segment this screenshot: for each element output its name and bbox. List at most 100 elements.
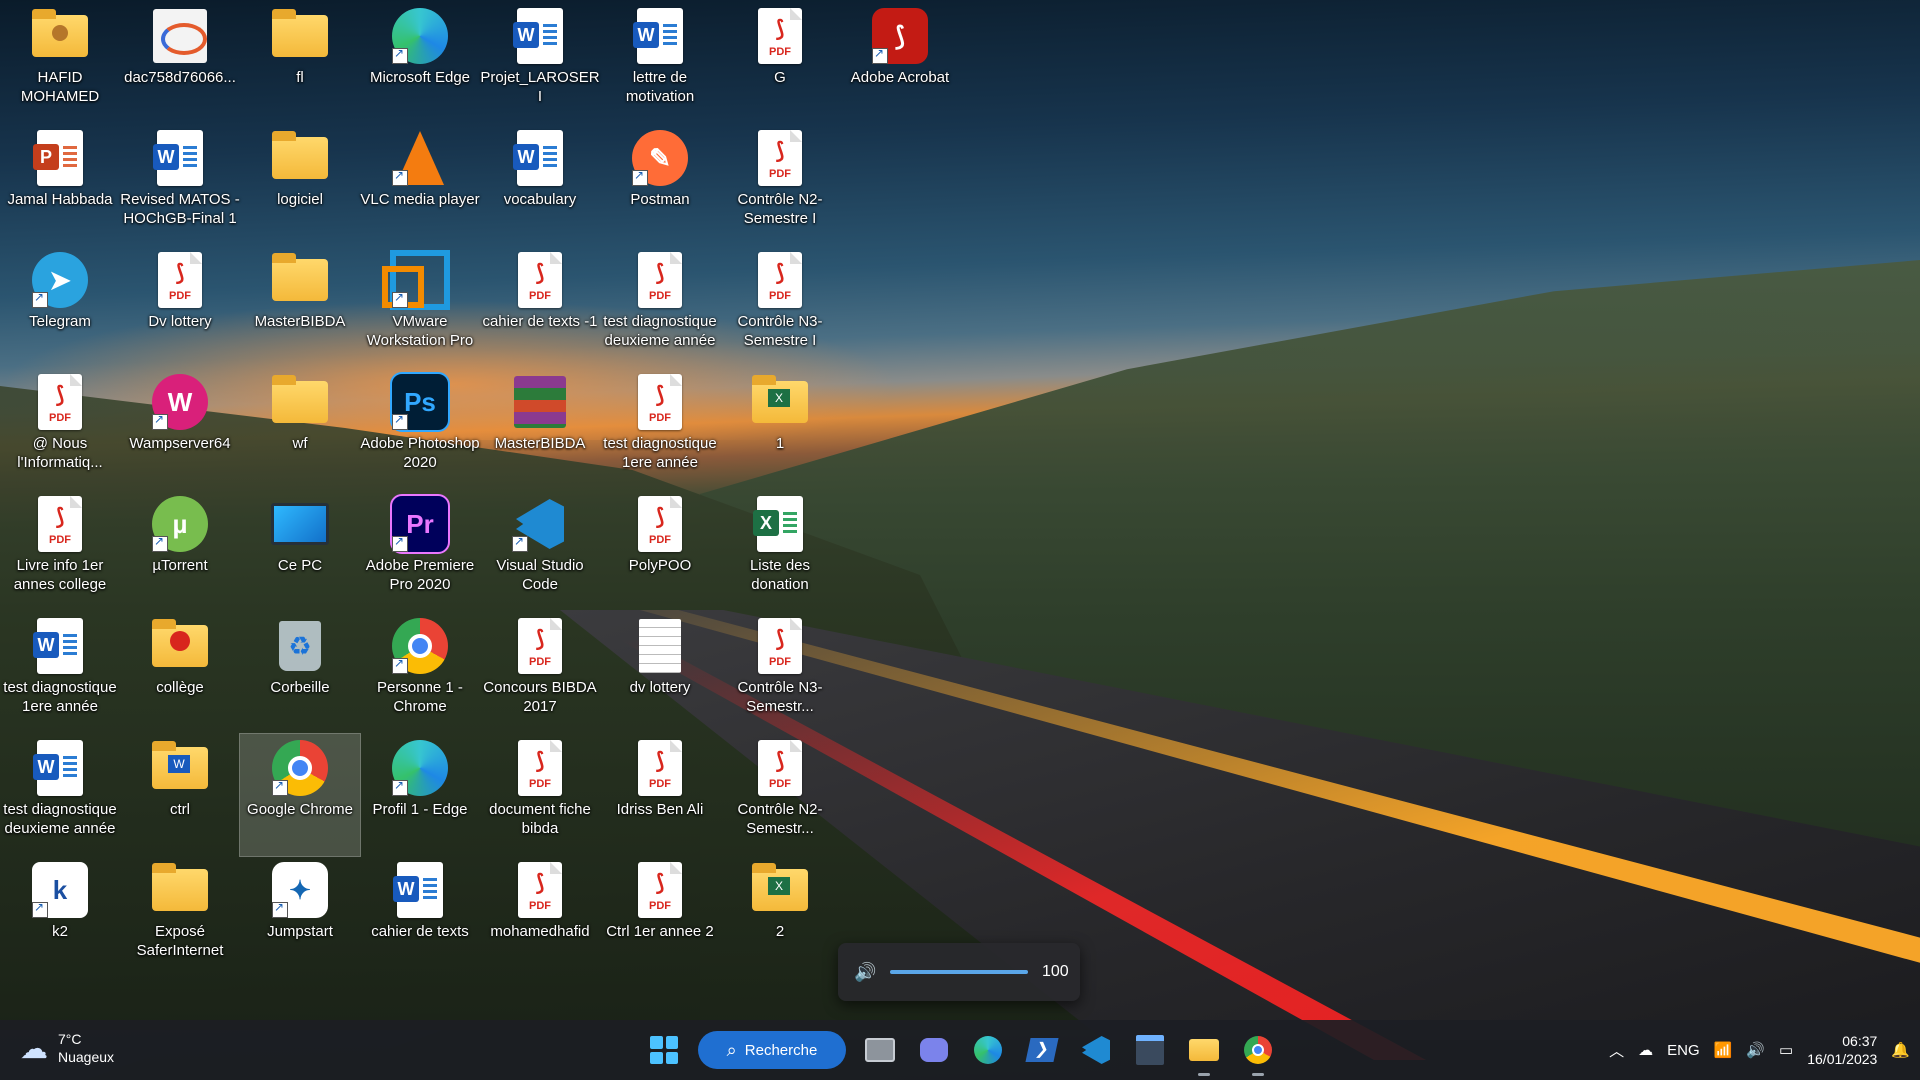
battery-icon[interactable]: ▭ xyxy=(1779,1041,1793,1059)
weather-widget[interactable]: ☁ 7°C Nuageux xyxy=(20,1030,114,1066)
desktop-icon[interactable]: ⟆ PDF Concours BIBDA 2017 xyxy=(480,612,600,734)
desktop-icon[interactable]: ⟆ Adobe Acrobat xyxy=(840,2,960,124)
chrome-icon xyxy=(270,738,330,798)
desktop-icon[interactable]: ⟆ PDF test diagnostique 1ere année xyxy=(600,368,720,490)
desktop-icon-label: logiciel xyxy=(277,191,323,208)
desktop-icon[interactable]: X Liste des donation xyxy=(720,490,840,612)
desktop-icon[interactable]: collège xyxy=(120,612,240,734)
clock[interactable]: 06:37 16/01/2023 xyxy=(1807,1032,1877,1068)
desktop-icon[interactable]: ⟆ PDF test diagnostique deuxieme année xyxy=(600,246,720,368)
desktop-icon[interactable]: dac758d76066... xyxy=(120,2,240,124)
teams-chat-icon[interactable] xyxy=(914,1030,954,1070)
chrome-profile-icon xyxy=(390,616,450,676)
notification-icon[interactable]: 🔔 xyxy=(1891,1041,1910,1059)
volume-slider[interactable] xyxy=(890,970,1028,974)
desktop-icon[interactable]: ✦ Jumpstart xyxy=(240,856,360,978)
desktop-icon[interactable]: ⟆ PDF Contrôle N3-Semestre I xyxy=(720,246,840,368)
desktop-icon[interactable]: Profil 1 - Edge xyxy=(360,734,480,856)
desktop-icon[interactable]: Wcahier de texts xyxy=(360,856,480,978)
search-button[interactable]: ⌕ Recherche xyxy=(698,1031,846,1069)
desktop-icon[interactable]: ✎ Postman xyxy=(600,124,720,246)
desktop-icon[interactable]: ♻ Corbeille xyxy=(240,612,360,734)
start-button[interactable] xyxy=(644,1030,684,1070)
desktop-icon[interactable]: W Projet_LAROSERI xyxy=(480,2,600,124)
desktop-icon[interactable]: logiciel xyxy=(240,124,360,246)
powershell-icon[interactable]: ❯ xyxy=(1022,1030,1062,1070)
pdf-icon: ⟆ PDF xyxy=(750,128,810,188)
desktop-icon[interactable]: ⟆ PDF Contrôle N3-Semestr... xyxy=(720,612,840,734)
desktop-icon[interactable]: ⟆ PDF Idriss Ben Ali xyxy=(600,734,720,856)
desktop-icon-label: Profil 1 - Edge xyxy=(372,801,468,818)
desktop-icon[interactable]: PsAdobe Photoshop 2020 xyxy=(360,368,480,490)
desktop-icon[interactable]: PrAdobe Premiere Pro 2020 xyxy=(360,490,480,612)
desktop-icon-label: dv lottery xyxy=(629,679,691,696)
terminal-icon[interactable] xyxy=(1130,1030,1170,1070)
desktop-icon[interactable]: Microsoft Edge xyxy=(360,2,480,124)
desktop-icon[interactable]: ⟆ PDF Contrôle N2-Semestre I xyxy=(720,124,840,246)
desktop-icon[interactable]: MasterBIBDA xyxy=(480,368,600,490)
vscode-icon xyxy=(510,494,570,554)
desktop-icon[interactable]: Visual Studio Code xyxy=(480,490,600,612)
word-icon: W xyxy=(30,616,90,676)
desktop-icon[interactable]: µ µTorrent xyxy=(120,490,240,612)
wamp-icon: W xyxy=(150,372,210,432)
desktop-icon[interactable]: k k2 xyxy=(0,856,120,978)
desktop-icon[interactable]: Ce PC xyxy=(240,490,360,612)
desktop-icon[interactable]: ⟆ PDF cahier de texts -1 xyxy=(480,246,600,368)
desktop-icon[interactable]: Wctrl xyxy=(120,734,240,856)
pdf-icon: ⟆ PDF xyxy=(510,250,570,310)
desktop-icon[interactable]: ⟆ PDF Livre info 1er annes college xyxy=(0,490,120,612)
desktop-icon-label: Postman xyxy=(630,191,690,208)
desktop-icon-label: Idriss Ben Ali xyxy=(616,801,704,818)
desktop-icon[interactable]: ⟆ PDF mohamedhafid xyxy=(480,856,600,978)
desktop-icon[interactable]: Wtest diagnostique deuxieme année xyxy=(0,734,120,856)
volume-icon[interactable]: 🔊 xyxy=(1746,1041,1765,1059)
desktop-icon[interactable]: VLC media player xyxy=(360,124,480,246)
desktop-icon[interactable]: ⟆ PDF @ Nous l'Informatiq... xyxy=(0,368,120,490)
desktop-icon[interactable]: fl xyxy=(240,2,360,124)
postman-icon: ✎ xyxy=(630,128,690,188)
chrome-taskbar-icon[interactable] xyxy=(1238,1030,1278,1076)
desktop-icon[interactable]: Wtest diagnostique 1ere année xyxy=(0,612,120,734)
desktop-icon[interactable]: Wlettre de motivation xyxy=(600,2,720,124)
task-view-icon[interactable] xyxy=(860,1030,900,1070)
desktop-icon[interactable]: wf xyxy=(240,368,360,490)
onedrive-icon[interactable]: ☁ xyxy=(1638,1041,1653,1059)
desktop-icon-label: lettre de motivation xyxy=(625,69,695,105)
desktop-icon[interactable]: Google Chrome xyxy=(239,733,361,857)
desktop-icon[interactable]: Exposé SaferInternet xyxy=(120,856,240,978)
desktop-icon[interactable]: ⟆ PDF Dv lottery xyxy=(120,246,240,368)
desktop-icon[interactable]: W Wampserver64 xyxy=(120,368,240,490)
wifi-icon[interactable]: 📶 xyxy=(1714,1041,1733,1059)
desktop-icon[interactable]: ⟆ PDF G xyxy=(720,2,840,124)
desktop-icon[interactable]: W Revised MATOS -HOChGB-Final 1 xyxy=(120,124,240,246)
file-explorer-icon[interactable] xyxy=(1184,1030,1224,1076)
desktop-icon[interactable]: HAFID MOHAMED xyxy=(0,2,120,124)
desktop-icon[interactable]: Personne 1 - Chrome xyxy=(360,612,480,734)
desktop-icon[interactable]: dv lottery xyxy=(600,612,720,734)
desktop-icon-label: Exposé SaferInternet xyxy=(136,923,224,959)
pdf-icon: ⟆ PDF xyxy=(150,250,210,310)
language-indicator[interactable]: ENG xyxy=(1667,1042,1700,1059)
chevron-up-icon[interactable]: ︿ xyxy=(1609,1040,1624,1061)
desktop-icon[interactable]: VMware Workstation Pro xyxy=(360,246,480,368)
excel-icon: X xyxy=(750,494,810,554)
desktop-icon-label: Google Chrome xyxy=(247,801,353,818)
pdf-icon: ⟆ PDF xyxy=(30,494,90,554)
desktop-icon[interactable]: ⟆ PDF document fiche bibda xyxy=(480,734,600,856)
acrobat-icon: ⟆ xyxy=(870,6,930,66)
desktop-icon[interactable]: ⟆ PDF Contrôle N2-Semestr... xyxy=(720,734,840,856)
desktop-icon[interactable]: Wvocabulary xyxy=(480,124,600,246)
vscode-icon[interactable] xyxy=(1076,1030,1116,1070)
speaker-icon[interactable]: 🔊 xyxy=(854,962,878,983)
pdf-icon: ⟆ PDF xyxy=(750,250,810,310)
desktop-icon[interactable]: X2 xyxy=(720,856,840,978)
edge-icon[interactable] xyxy=(968,1030,1008,1070)
desktop-icon[interactable]: MasterBIBDA xyxy=(240,246,360,368)
desktop-icon[interactable]: X1 xyxy=(720,368,840,490)
desktop-icon[interactable]: P Jamal Habbada xyxy=(0,124,120,246)
desktop-icon[interactable]: ⟆ PDF PolyPOO xyxy=(600,490,720,612)
desktop-icon-label: Wampserver64 xyxy=(129,435,231,452)
desktop-icon[interactable]: ⟆ PDF Ctrl 1er annee 2 xyxy=(600,856,720,978)
desktop-icon[interactable]: ➤ Telegram xyxy=(0,246,120,368)
